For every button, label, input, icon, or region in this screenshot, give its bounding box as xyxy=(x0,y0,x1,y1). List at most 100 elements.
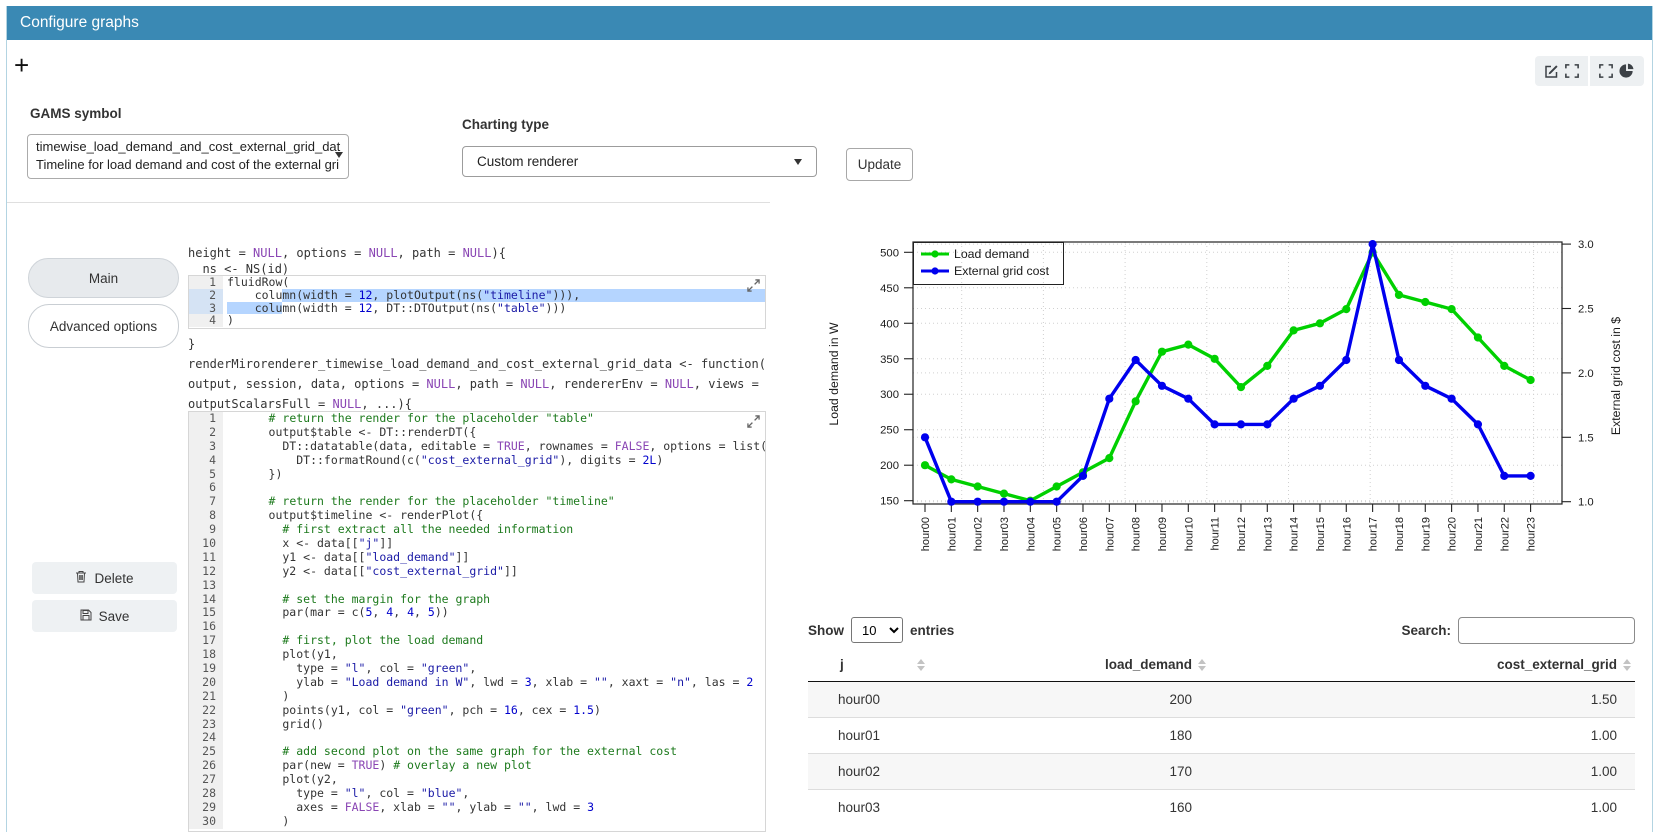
editor-row: 6 xyxy=(189,481,765,495)
page-size-select[interactable]: 10 xyxy=(851,617,903,643)
view-toggle-group xyxy=(1535,56,1644,86)
svg-text:hour13: hour13 xyxy=(1262,517,1274,551)
delete-button[interactable]: Delete xyxy=(32,562,177,594)
render-code-editor[interactable]: 1 # return the render for the placeholde… xyxy=(188,411,766,832)
code-line: column(width = 12, DT::DTOutput(ns("tabl… xyxy=(223,302,765,315)
gams-symbol-select[interactable]: timewise_load_demand_and_cost_external_g… xyxy=(27,134,349,179)
floppy-icon xyxy=(80,609,92,624)
svg-text:hour06: hour06 xyxy=(1078,517,1090,551)
editor-row: 11 y1 <- data[["load_demand"]] xyxy=(189,551,765,565)
svg-text:500: 500 xyxy=(880,247,899,259)
cell-j[interactable]: hour00 xyxy=(808,682,925,718)
gutter-line-number: 29 xyxy=(189,801,223,815)
page-size-control: Show 10 entries xyxy=(808,617,954,643)
column-label: cost_external_grid xyxy=(1497,657,1617,672)
code-line: DT::formatRound(c("cost_external_grid"),… xyxy=(223,454,765,468)
sort-icon[interactable] xyxy=(1623,659,1631,671)
ui-code-editor[interactable]: 1fluidRow(2 column(width = 12, plotOutpu… xyxy=(188,275,766,329)
gutter-line-number: 1 xyxy=(189,276,223,289)
cell-value[interactable]: 180 xyxy=(925,718,1210,754)
table-row: hour021701.00 xyxy=(808,754,1635,790)
svg-text:200: 200 xyxy=(880,460,899,472)
svg-text:400: 400 xyxy=(880,318,899,330)
table-header-row: jload_demand cost_external_grid xyxy=(808,648,1635,682)
code-line xyxy=(223,481,765,495)
code-line: } xyxy=(188,334,766,354)
editor-row: 13 xyxy=(189,579,765,593)
svg-text:450: 450 xyxy=(880,283,899,295)
column-header-load_demand[interactable]: load_demand xyxy=(925,648,1210,682)
editor-row: 14 # set the margin for the graph xyxy=(189,593,765,607)
svg-text:hour21: hour21 xyxy=(1473,517,1485,551)
cell-j[interactable]: hour03 xyxy=(808,790,925,826)
search-input[interactable] xyxy=(1458,617,1635,644)
show-label: Show xyxy=(808,623,844,638)
gutter-line-number: 22 xyxy=(189,704,223,718)
code-line xyxy=(223,620,765,634)
chevron-down-icon xyxy=(335,152,343,158)
gutter-line-number: 13 xyxy=(189,579,223,593)
configure-graphs-page: Configure graphs + GAMS symbol timewise_… xyxy=(0,0,1660,832)
preview-fullscreen-button[interactable] xyxy=(1590,56,1644,86)
cell-value[interactable]: 1.50 xyxy=(1210,682,1635,718)
gams-symbol-description: Timeline for load demand and cost of the… xyxy=(36,156,336,174)
editor-row: 30 ) xyxy=(189,815,765,829)
gutter-line-number: 19 xyxy=(189,662,223,676)
code-line xyxy=(223,579,765,593)
gutter-line-number: 16 xyxy=(189,620,223,634)
cell-j[interactable]: hour02 xyxy=(808,754,925,790)
save-button[interactable]: Save xyxy=(32,600,177,632)
sort-icon[interactable] xyxy=(1198,659,1206,671)
charting-type-label: Charting type xyxy=(462,117,549,132)
code-line: column(width = 12, plotOutput(ns("timeli… xyxy=(223,289,765,302)
svg-text:hour09: hour09 xyxy=(1157,517,1169,551)
svg-text:150: 150 xyxy=(880,496,899,508)
svg-text:hour16: hour16 xyxy=(1341,517,1353,551)
save-label: Save xyxy=(99,609,130,624)
edit-expand-button[interactable] xyxy=(1535,56,1588,86)
search-control: Search: xyxy=(1401,617,1635,644)
editor-row: 2 output$table <- DT::renderDT({ xyxy=(189,426,765,440)
code-line: plot(y1, xyxy=(223,648,765,662)
editor-row: 19 type = "l", col = "green", xyxy=(189,662,765,676)
svg-text:350: 350 xyxy=(880,354,899,366)
cell-value[interactable]: 1.00 xyxy=(1210,754,1635,790)
cell-value[interactable]: 1.00 xyxy=(1210,790,1635,826)
code-line: DT::datatable(data, editable = TRUE, row… xyxy=(223,440,765,454)
editor-row: 7 # return the render for the placeholde… xyxy=(189,495,765,509)
gutter-line-number: 27 xyxy=(189,773,223,787)
gutter-line-number: 23 xyxy=(189,718,223,732)
expand-editor-icon[interactable] xyxy=(747,415,760,431)
sort-icon[interactable] xyxy=(917,659,925,671)
tab-main[interactable]: Main xyxy=(28,258,179,298)
code-line: par(new = TRUE) # overlay a new plot xyxy=(223,759,765,773)
y-axis: 150200250300350400450500Load demand in W xyxy=(827,247,913,507)
svg-text:hour02: hour02 xyxy=(973,517,985,551)
svg-text:Load demand in W: Load demand in W xyxy=(827,322,841,426)
cell-value[interactable]: 160 xyxy=(925,790,1210,826)
legend: Load demandExternal grid cost xyxy=(914,243,1064,285)
cell-value[interactable]: 200 xyxy=(925,682,1210,718)
svg-text:hour10: hour10 xyxy=(1183,517,1195,551)
column-header-j[interactable]: j xyxy=(808,648,925,682)
charting-type-select[interactable]: Custom renderer xyxy=(462,146,817,177)
tab-advanced-options[interactable]: Advanced options xyxy=(28,304,179,348)
svg-text:Load demand: Load demand xyxy=(954,247,1029,261)
gutter-line-number: 14 xyxy=(189,593,223,607)
editor-row: 3 DT::datatable(data, editable = TRUE, r… xyxy=(189,440,765,454)
table-body: hour002001.50hour011801.00hour021701.00h… xyxy=(808,682,1635,826)
cell-value[interactable]: 170 xyxy=(925,754,1210,790)
column-header-cost_external_grid[interactable]: cost_external_grid xyxy=(1210,648,1635,682)
table-controls: Show 10 entries Search: xyxy=(808,616,1635,644)
gutter-line-number: 5 xyxy=(189,468,223,482)
table-row: hour011801.00 xyxy=(808,718,1635,754)
update-button[interactable]: Update xyxy=(846,148,913,181)
add-graph-button[interactable]: + xyxy=(14,52,29,78)
cell-value[interactable]: 1.00 xyxy=(1210,718,1635,754)
svg-text:hour15: hour15 xyxy=(1315,517,1327,551)
cell-j[interactable]: hour01 xyxy=(808,718,925,754)
code-line: axes = FALSE, xlab = "", ylab = "", lwd … xyxy=(223,801,765,815)
gutter-line-number: 24 xyxy=(189,731,223,745)
gutter-line-number: 11 xyxy=(189,551,223,565)
expand-editor-icon[interactable] xyxy=(747,279,760,295)
